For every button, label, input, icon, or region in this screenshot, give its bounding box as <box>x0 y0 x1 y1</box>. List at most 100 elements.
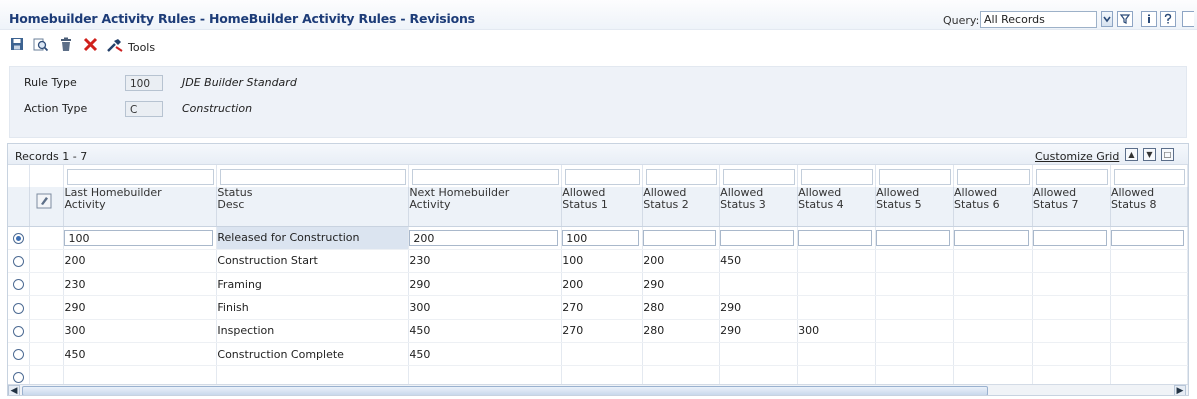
cell-allowed-status-5[interactable] <box>875 226 955 250</box>
cell-input-allowed-status-1[interactable]: 100 <box>562 229 640 246</box>
cell-allowed-status-5 <box>875 249 955 274</box>
tools-menu[interactable]: Tools <box>128 41 155 54</box>
delete-icon[interactable] <box>59 37 73 55</box>
table-row[interactable]: 200 Construction Start 230 100 200 450 <box>8 249 1188 274</box>
row-select-radio[interactable] <box>13 325 25 337</box>
filter-allowed-status-8[interactable] <box>1113 168 1185 185</box>
cell-allowed-status-8[interactable] <box>1110 226 1188 250</box>
table-row[interactable]: 290 Finish 300 270 280 290 <box>8 295 1188 320</box>
attachment-cell <box>29 272 65 297</box>
maximize-grid-icon[interactable]: □ <box>1161 148 1174 161</box>
cell-allowed-status-6[interactable] <box>953 226 1033 250</box>
close-icon[interactable] <box>83 37 98 55</box>
cell-allowed-status-4 <box>797 272 877 297</box>
scroll-left-icon[interactable]: ◀ <box>8 385 20 395</box>
cell-allowed-status-7 <box>1032 249 1111 274</box>
help-icon[interactable] <box>1160 11 1176 27</box>
row-select-radio[interactable] <box>13 255 25 267</box>
cell-input-allowed-status-8[interactable] <box>1110 229 1184 246</box>
scroll-right-icon[interactable]: ▶ <box>1174 385 1186 395</box>
row-select-radio[interactable] <box>13 302 25 314</box>
cell-status-desc: Construction Complete <box>216 342 410 367</box>
cell-allowed-status-7[interactable] <box>1032 226 1111 250</box>
cell-input-allowed-status-5[interactable] <box>876 229 951 246</box>
cell-next-activity[interactable]: 200 <box>408 226 563 250</box>
cell-last-activity: 300 <box>63 319 218 343</box>
customize-grid-link[interactable]: Customize Grid <box>1035 150 1119 163</box>
cell-input-last-activity[interactable]: 100 <box>64 229 214 246</box>
cell-allowed-status-6 <box>953 319 1033 343</box>
cell-allowed-status-3 <box>719 272 799 297</box>
action-type-label: Action Type <box>24 102 88 115</box>
filter-next-activity[interactable] <box>412 168 560 185</box>
filter-status-desc[interactable] <box>220 168 407 185</box>
cell-allowed-status-2[interactable] <box>642 226 721 250</box>
table-row[interactable]: 100 Released for Construction 200 100 <box>8 226 1188 250</box>
cell-input-allowed-status-3[interactable] <box>720 229 795 246</box>
row-select-radio[interactable] <box>13 279 25 291</box>
save-icon[interactable] <box>10 37 24 54</box>
filter-allowed-status-3[interactable] <box>723 168 796 185</box>
filter-allowed-status-1[interactable] <box>565 168 641 185</box>
col-header-allowed-status-3[interactable]: Allowed Status 3 <box>719 187 799 227</box>
filter-allowed-status-6[interactable] <box>957 168 1030 185</box>
cell-allowed-status-8 <box>1110 319 1188 343</box>
col-header-last-activity[interactable]: Last Homebuilder Activity <box>63 187 218 227</box>
action-type-field: C <box>125 101 163 117</box>
filter-last-activity[interactable] <box>67 168 215 185</box>
query-manager-icon[interactable] <box>1117 11 1133 27</box>
cell-input-allowed-status-4[interactable] <box>798 229 873 246</box>
about-icon[interactable] <box>1141 11 1157 27</box>
filter-allowed-status-5[interactable] <box>879 168 952 185</box>
col-header-allowed-status-2[interactable]: Allowed Status 2 <box>642 187 721 227</box>
table-row[interactable]: 450 Construction Complete 450 <box>8 342 1188 367</box>
filter-allowed-status-7[interactable] <box>1035 168 1108 185</box>
row-select-radio[interactable] <box>13 372 25 384</box>
cell-next-activity: 450 <box>408 319 563 343</box>
row-select-radio[interactable] <box>13 349 25 361</box>
cell-input-allowed-status-7[interactable] <box>1032 229 1107 246</box>
cell-input-allowed-status-6[interactable] <box>954 229 1029 246</box>
horizontal-scrollbar[interactable]: ◀ ▶ <box>8 384 1188 395</box>
col-header-allowed-status-6[interactable]: Allowed Status 6 <box>953 187 1033 227</box>
cell-status-desc[interactable]: Released for Construction <box>216 226 410 250</box>
filter-allowed-status-4[interactable] <box>801 168 874 185</box>
query-label: Query: <box>943 14 980 27</box>
table-row[interactable]: 230 Framing 290 200 290 <box>8 272 1188 297</box>
import-icon[interactable]: ▼ <box>1143 148 1156 161</box>
attachment-header-icon[interactable] <box>29 187 65 227</box>
cell-allowed-status-7 <box>1032 342 1111 367</box>
filter-allowed-status-2[interactable] <box>646 168 718 185</box>
col-header-next-activity[interactable]: Next Homebuilder Activity <box>408 187 563 227</box>
table-row[interactable]: 300 Inspection 450 270 280 290 300 <box>8 319 1188 343</box>
col-header-allowed-status-5[interactable]: Allowed Status 5 <box>875 187 955 227</box>
page-title: Homebuilder Activity Rules - HomeBuilder… <box>9 11 475 26</box>
cell-last-activity: 290 <box>63 295 218 320</box>
export-icon[interactable]: ▲ <box>1125 148 1138 161</box>
cell-input-next-activity[interactable]: 200 <box>409 229 559 246</box>
tools-icon[interactable] <box>106 37 124 56</box>
cell-allowed-status-8 <box>1110 272 1188 297</box>
col-header-allowed-status-4[interactable]: Allowed Status 4 <box>797 187 877 227</box>
col-header-status-desc[interactable]: Status Desc <box>216 187 410 227</box>
scrollbar-thumb[interactable] <box>22 386 988 395</box>
cell-last-activity[interactable]: 100 <box>63 226 218 250</box>
row-select-radio[interactable] <box>13 232 25 244</box>
find-icon[interactable] <box>33 37 49 56</box>
cell-allowed-status-1[interactable]: 100 <box>561 226 644 250</box>
col-header-allowed-status-7[interactable]: Allowed Status 7 <box>1032 187 1111 227</box>
col-header-allowed-status-1[interactable]: Allowed Status 1 <box>561 187 644 227</box>
personalize-icon[interactable] <box>1182 11 1194 27</box>
cell-input-allowed-status-2[interactable] <box>643 229 717 246</box>
cell-allowed-status-8 <box>1110 342 1188 367</box>
cell-allowed-status-6 <box>953 249 1033 274</box>
cell-allowed-status-7 <box>1032 295 1111 320</box>
cell-allowed-status-3[interactable] <box>719 226 799 250</box>
query-select[interactable]: All Records <box>980 11 1097 28</box>
col-header-allowed-status-8[interactable]: Allowed Status 8 <box>1110 187 1188 227</box>
cell-allowed-status-2: 280 <box>642 319 721 343</box>
query-dropdown-icon[interactable] <box>1101 11 1113 27</box>
rule-type-label: Rule Type <box>24 76 77 89</box>
cell-allowed-status-4[interactable] <box>797 226 877 250</box>
cell-next-activity: 300 <box>408 295 563 320</box>
